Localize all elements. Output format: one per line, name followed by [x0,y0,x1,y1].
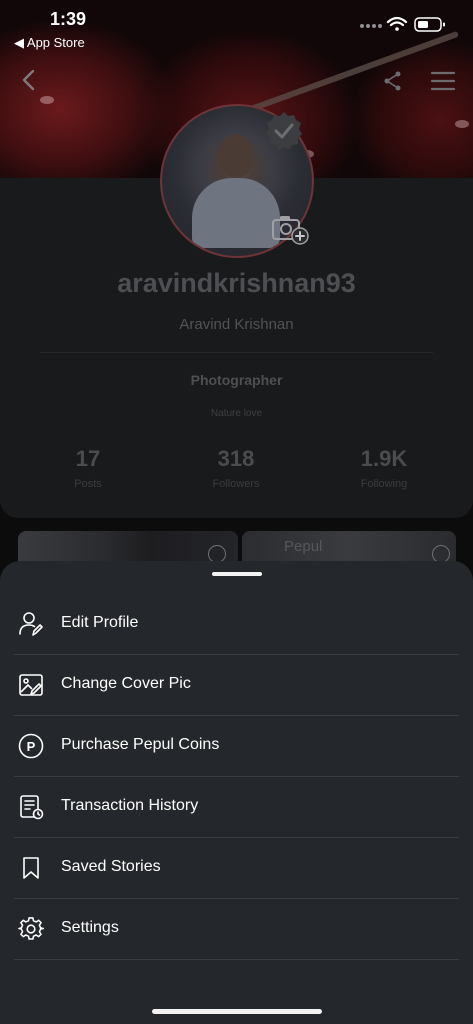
menu-item-saved-stories[interactable]: Saved Stories [14,838,459,899]
back-to-app-store[interactable]: ◀ App Store [14,35,85,51]
menu-item-transaction-history[interactable]: Transaction History [14,777,459,838]
stat-followers-value: 318 [217,446,255,471]
transaction-history-icon [18,794,44,820]
signal-icon [360,24,382,28]
thumbnail-watermark: Pepul [284,538,323,555]
menu-item-edit-profile[interactable]: Edit Profile [14,594,459,655]
change-photo-button[interactable] [271,212,311,246]
stat-posts-label: Posts [74,478,102,490]
camera-add-icon [272,216,309,245]
bookmark-icon [18,855,44,881]
options-bottom-sheet: Edit Profile Change Cover Pic P Purchase… [0,561,473,1024]
menu-item-label: Purchase Pepul Coins [61,736,220,753]
pepul-coin-icon: P [18,733,44,759]
stat-followers-label: Followers [212,478,260,490]
battery-icon [414,17,445,32]
sheet-drag-handle[interactable] [212,572,262,576]
menu-item-label: Settings [61,919,119,936]
share-icon [384,71,401,91]
menu-button[interactable] [430,70,456,92]
menu-item-label: Edit Profile [61,614,139,631]
status-time: 1:39 [50,9,87,29]
verified-badge-icon [263,110,305,152]
chevron-left-icon [22,69,35,91]
share-button[interactable] [382,70,404,92]
svg-text:P: P [27,739,36,754]
menu-item-label: Transaction History [61,797,199,814]
home-indicator[interactable] [152,1009,322,1014]
menu-item-label: Change Cover Pic [61,675,191,692]
image-edit-icon [18,672,44,698]
stat-following[interactable]: 1.9K Following [314,446,454,490]
profile-full-name: Aravind Krishnan [179,316,294,333]
menu-item-settings[interactable]: Settings [14,899,459,960]
stat-posts[interactable]: 17 Posts [18,446,158,490]
gear-icon [18,916,45,942]
stat-following-label: Following [360,478,408,490]
back-button[interactable] [20,68,38,92]
edit-profile-icon [18,611,44,637]
profile-role: Photographer [190,372,283,388]
status-icons [360,14,460,34]
profile-username: aravindkrishnan93 [117,268,356,298]
menu-item-label: Saved Stories [61,858,161,875]
stat-followers[interactable]: 318 Followers [166,446,306,490]
menu-item-purchase-pepul-coins[interactable]: P Purchase Pepul Coins [14,716,459,777]
hamburger-menu-icon [430,71,456,91]
wifi-icon [386,16,408,31]
stat-following-value: 1.9K [360,446,408,471]
menu-item-change-cover-pic[interactable]: Change Cover Pic [14,655,459,716]
stat-posts-value: 17 [75,446,101,471]
profile-divider [40,352,433,353]
profile-bio: Nature love [210,408,263,419]
